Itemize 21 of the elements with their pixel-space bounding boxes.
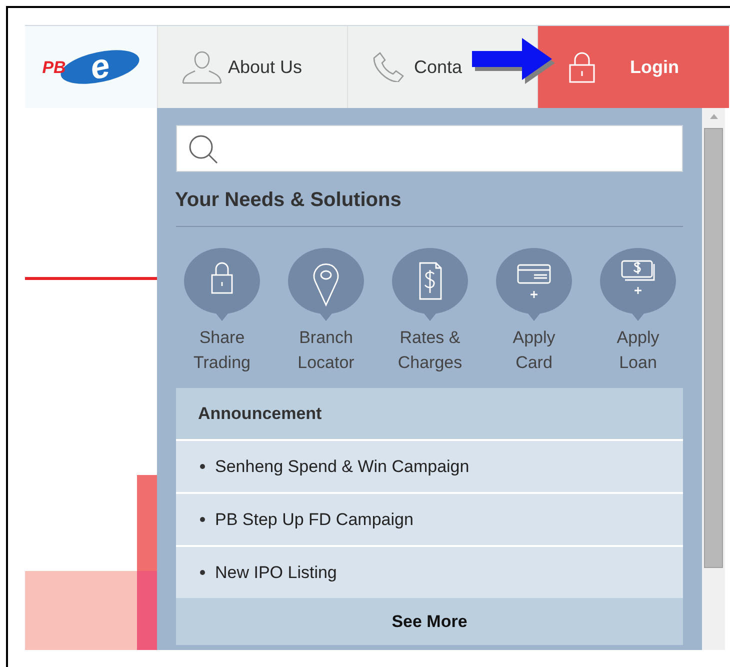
section-title: Your Needs & Solutions bbox=[175, 189, 402, 211]
solution-link[interactable]: Rates & Charges bbox=[391, 247, 469, 375]
see-more-button[interactable]: See More bbox=[176, 598, 683, 645]
solution-link[interactable]: Share Trading bbox=[183, 247, 261, 375]
announcement-item[interactable]: Senheng Spend & Win Campaign bbox=[176, 439, 683, 492]
lock-icon bbox=[568, 51, 596, 83]
scroll-up-icon bbox=[708, 112, 718, 120]
search-icon bbox=[187, 134, 219, 164]
solution-link[interactable]: Apply Card bbox=[495, 247, 573, 375]
scrollbar[interactable] bbox=[702, 108, 725, 650]
announcement-title: Announcement bbox=[198, 402, 322, 425]
nav-link[interactable]: Login bbox=[537, 26, 729, 108]
logo[interactable]: PB e bbox=[25, 26, 157, 108]
person-icon bbox=[182, 50, 222, 84]
nav-link[interactable]: About Us bbox=[157, 26, 347, 108]
announcement-item[interactable]: PB Step Up FD Campaign bbox=[176, 492, 683, 545]
search-field[interactable] bbox=[176, 125, 683, 172]
solution-link[interactable]: Apply Loan bbox=[599, 247, 677, 375]
solution-link[interactable]: Branch Locator bbox=[287, 247, 365, 375]
announcement-item[interactable]: New IPO Listing bbox=[176, 545, 683, 598]
nav-link[interactable]: Conta bbox=[347, 26, 537, 108]
